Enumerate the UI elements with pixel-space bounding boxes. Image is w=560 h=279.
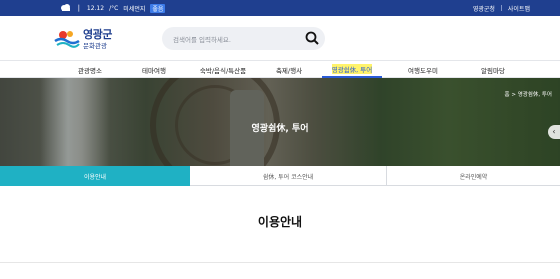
nav-item-lodging-food[interactable]: 숙박/음식/특산품	[190, 61, 256, 78]
nav-item-travel-helper[interactable]: 여행도우미	[398, 61, 448, 78]
page-title: 영광쉼休, 투어	[251, 124, 309, 134]
hero-banner: 홈 > 영광쉼休, 투어 영광쉼休, 투어 ‹	[0, 78, 560, 166]
tab-course-guide[interactable]: 쉼休, 투어 코스안내	[190, 166, 387, 186]
sub-tabs: 이용안내 쉼休, 투어 코스안내 온라인예약	[0, 166, 560, 186]
link-sitemap[interactable]: 사이트맵	[502, 4, 536, 13]
tab-online-reservation[interactable]: 온라인예약	[387, 166, 560, 186]
main-nav: 관광명소 테마여행 숙박/음식/특산품 축제/행사 영광쉼休, 투어 여행도우미…	[0, 60, 560, 78]
utility-links: 영광군청 사이트맵	[467, 0, 536, 16]
nav-item-attractions[interactable]: 관광명소	[60, 61, 120, 78]
weather-temperature: /°C	[109, 4, 119, 12]
search-box[interactable]: 검색어를 입력하세요.	[162, 27, 325, 50]
section-title: 이용안내	[257, 215, 303, 229]
tab-usage-guide[interactable]: 이용안내	[0, 166, 190, 186]
chevron-left-icon[interactable]: ‹	[548, 125, 560, 139]
site-logo[interactable]: 영광군 문화관광	[54, 25, 124, 51]
nav-item-rest-tour[interactable]: 영광쉼休, 투어	[322, 61, 382, 78]
nav-item-notice[interactable]: 알림마당	[468, 61, 518, 78]
weather-date: 12.12	[86, 4, 105, 12]
cloud-icon	[60, 3, 71, 13]
search-icon[interactable]	[304, 30, 320, 46]
nav-item-theme-travel[interactable]: 테마여행	[124, 61, 184, 78]
top-utility-bar: ❘ 12.12 /°C 미세먼지 좋음 영광군청 사이트맵	[0, 0, 560, 16]
thermometer-icon: ❘	[76, 4, 82, 12]
logo-mark-icon	[54, 31, 80, 48]
logo-subtitle: 문화관광	[83, 42, 107, 50]
nav-item-festival[interactable]: 축제/행사	[262, 61, 316, 78]
search-input[interactable]: 검색어를 입력하세요.	[173, 34, 231, 44]
link-county-office[interactable]: 영광군청	[467, 4, 501, 13]
weather-info: ❘ 12.12 /°C 미세먼지 좋음	[60, 0, 166, 16]
dust-label: 미세먼지	[123, 5, 146, 13]
divider	[0, 262, 560, 263]
breadcrumb: 홈 > 영광쉼休, 투어	[504, 92, 552, 98]
header: 영광군 문화관광 검색어를 입력하세요.	[0, 16, 560, 60]
dust-status-badge: 좋음	[150, 3, 166, 13]
